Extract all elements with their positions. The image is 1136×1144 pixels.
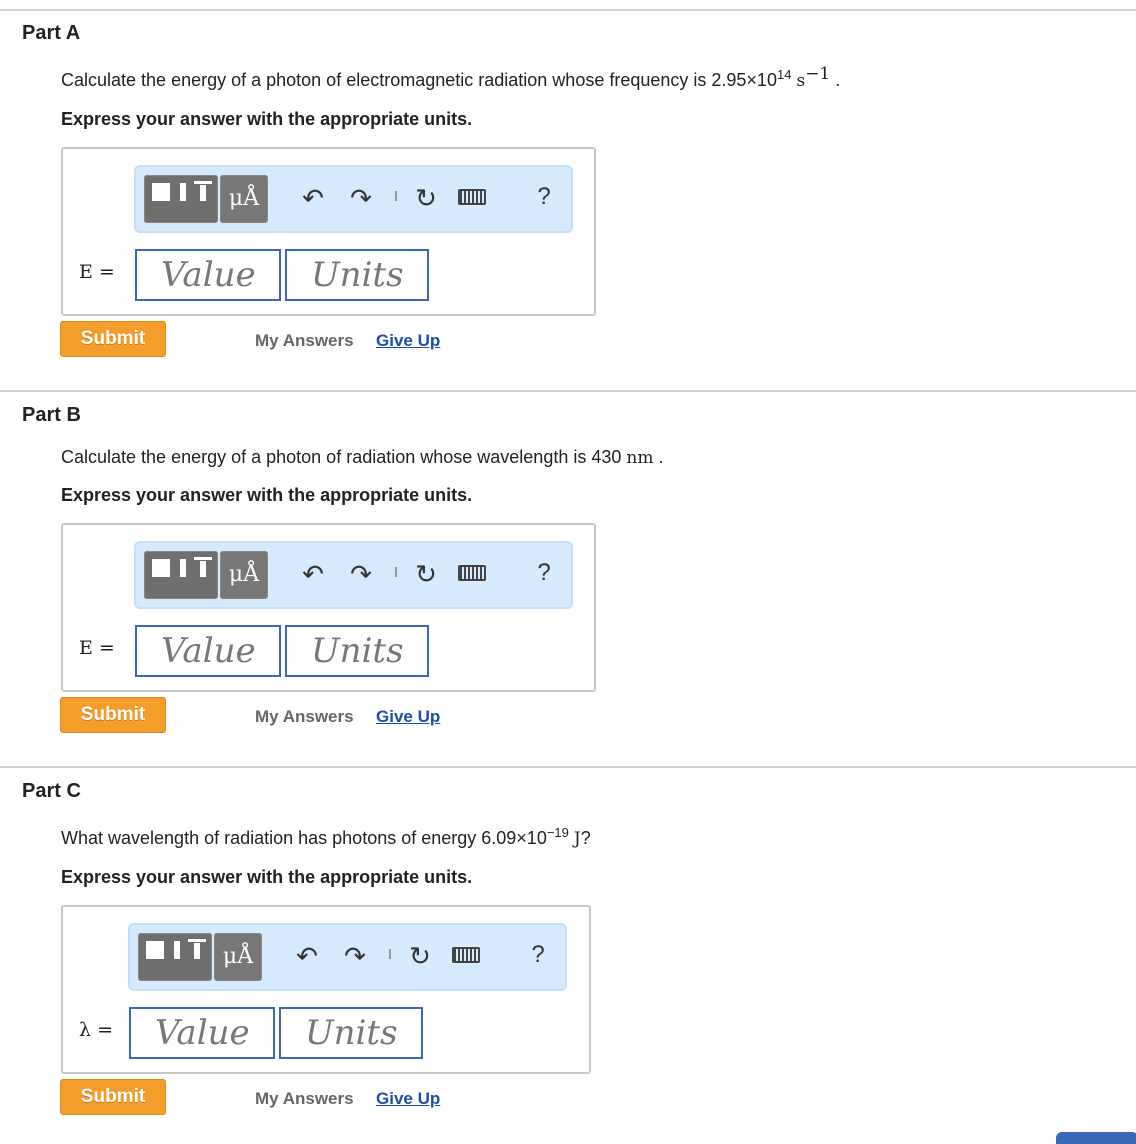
question-unit: nm (626, 448, 654, 468)
question-exponent: −19 (546, 825, 569, 840)
submit-button[interactable]: Submit (60, 1079, 166, 1115)
value-input[interactable]: Value (129, 1007, 275, 1059)
part-c-instruction: Express your answer with the appropriate… (61, 867, 473, 887)
question-text: What wavelength of radiation has photons… (61, 828, 547, 848)
variable-label: E = (79, 637, 115, 659)
part-a-divider (0, 9, 1136, 11)
units-palette-button[interactable]: μÅ (220, 175, 268, 223)
part-c-question: What wavelength of radiation has photons… (61, 825, 591, 849)
redo-icon[interactable]: ↷ (346, 559, 376, 590)
my-answers-link[interactable]: My Answers (255, 331, 354, 351)
question-text: Calculate the energy of a photon of elec… (61, 70, 777, 90)
templates-button[interactable] (144, 551, 218, 599)
undo-icon[interactable]: ↶ (298, 183, 328, 214)
undo-icon[interactable]: ↶ (298, 559, 328, 590)
part-a-answer-box: μÅ ↶ ↷ ↻ ? E = Value Units (61, 147, 596, 316)
templates-button[interactable] (138, 933, 212, 981)
part-a-question: Calculate the energy of a photon of elec… (61, 66, 841, 92)
give-up-link[interactable]: Give Up (376, 1089, 440, 1109)
redo-icon[interactable]: ↷ (346, 183, 376, 214)
math-toolbar: μÅ ↶ ↷ ↻ ? (134, 165, 573, 233)
toolbar-separator (395, 567, 397, 577)
toolbar-separator (395, 191, 397, 201)
submit-button[interactable]: Submit (60, 321, 166, 357)
question-unit: s (796, 71, 806, 91)
units-input[interactable]: Units (279, 1007, 423, 1059)
units-input[interactable]: Units (285, 249, 429, 301)
reset-icon[interactable]: ↻ (405, 941, 435, 972)
question-text: Calculate the energy of a photon of radi… (61, 447, 622, 467)
value-input[interactable]: Value (135, 249, 281, 301)
value-input[interactable]: Value (135, 625, 281, 677)
help-icon[interactable]: ? (523, 941, 553, 969)
reset-icon[interactable]: ↻ (411, 183, 441, 214)
variable-label: λ = (79, 1019, 114, 1041)
part-b-divider (0, 390, 1136, 392)
part-b-question: Calculate the energy of a photon of radi… (61, 447, 664, 468)
undo-icon[interactable]: ↶ (292, 941, 322, 972)
submit-button[interactable]: Submit (60, 697, 166, 733)
part-b-instruction: Express your answer with the appropriate… (61, 485, 473, 505)
part-a-instruction: Express your answer with the appropriate… (61, 109, 473, 129)
reset-icon[interactable]: ↻ (411, 559, 441, 590)
continue-button-edge[interactable] (1056, 1132, 1136, 1144)
keyboard-icon[interactable] (452, 947, 480, 963)
toolbar-separator (389, 949, 391, 959)
part-c-title: Part C (22, 780, 81, 802)
help-icon[interactable]: ? (529, 183, 559, 211)
question-suffix: . (658, 447, 664, 467)
math-toolbar: μÅ ↶ ↷ ↻ ? (134, 541, 573, 609)
keyboard-icon[interactable] (458, 189, 486, 205)
redo-icon[interactable]: ↷ (340, 941, 370, 972)
part-a-title: Part A (22, 22, 81, 44)
question-unit-exponent: −1 (805, 64, 831, 84)
help-icon[interactable]: ? (529, 559, 559, 587)
part-b-answer-box: μÅ ↶ ↷ ↻ ? E = Value Units (61, 523, 596, 692)
my-answers-link[interactable]: My Answers (255, 1089, 354, 1109)
question-exponent: 14 (776, 67, 792, 82)
units-input[interactable]: Units (285, 625, 429, 677)
question-suffix: . (835, 70, 841, 90)
part-b-title: Part B (22, 404, 81, 426)
part-c-answer-box: μÅ ↶ ↷ ↻ ? λ = Value Units (61, 905, 591, 1074)
units-palette-button[interactable]: μÅ (220, 551, 268, 599)
question-suffix: ? (580, 828, 591, 848)
give-up-link[interactable]: Give Up (376, 331, 440, 351)
templates-button[interactable] (144, 175, 218, 223)
units-palette-button[interactable]: μÅ (214, 933, 262, 981)
keyboard-icon[interactable] (458, 565, 486, 581)
question-unit: J (573, 829, 581, 849)
variable-label: E = (79, 261, 115, 283)
part-c-divider (0, 766, 1136, 768)
give-up-link[interactable]: Give Up (376, 707, 440, 727)
math-toolbar: μÅ ↶ ↷ ↻ ? (128, 923, 567, 991)
my-answers-link[interactable]: My Answers (255, 707, 354, 727)
